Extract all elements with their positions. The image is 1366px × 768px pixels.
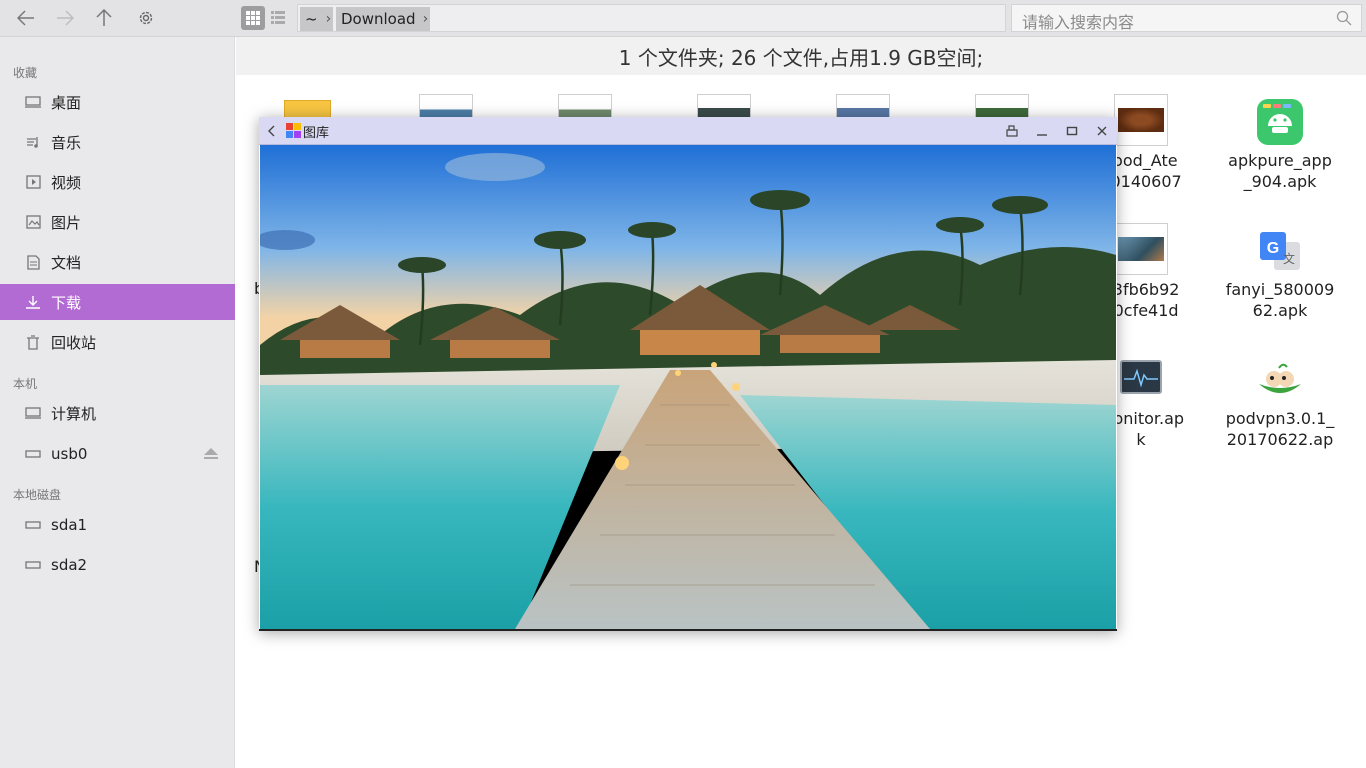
back-button[interactable] bbox=[12, 4, 40, 32]
toolbar: ~ › Download › 请输入搜索内容 bbox=[0, 0, 1366, 37]
eject-icon[interactable] bbox=[203, 447, 219, 460]
maximize-icon bbox=[1066, 126, 1078, 136]
breadcrumb-home-label: ~ bbox=[305, 10, 318, 28]
sidebar-item-desktop[interactable]: 桌面 bbox=[0, 84, 235, 120]
gallery-photo[interactable] bbox=[260, 145, 1116, 629]
sidebar-item-label: sda2 bbox=[51, 556, 88, 574]
file-item[interactable]: fanyi_580009 62.apk bbox=[1220, 279, 1340, 321]
section-favorites: 收藏 bbox=[13, 66, 38, 80]
svg-text:文: 文 bbox=[1283, 251, 1295, 266]
sidebar-item-label: sda1 bbox=[51, 516, 88, 534]
monitor-app-icon[interactable] bbox=[1120, 360, 1162, 394]
sidebar-item-music[interactable]: 音乐 bbox=[0, 124, 235, 160]
sidebar-item-label: 桌面 bbox=[51, 93, 82, 112]
trash-icon bbox=[24, 334, 42, 350]
breadcrumb-home[interactable]: ~ › bbox=[300, 7, 333, 31]
forward-button[interactable] bbox=[51, 4, 79, 32]
minimize-button[interactable] bbox=[1034, 123, 1050, 139]
window-bottom-edge bbox=[259, 629, 1117, 631]
chevron-right-icon: › bbox=[422, 11, 429, 27]
arrow-left-icon bbox=[17, 10, 34, 26]
sidebar-item-label: 计算机 bbox=[51, 404, 97, 423]
gear-icon bbox=[139, 11, 153, 25]
music-icon bbox=[24, 134, 42, 150]
beach-photo bbox=[260, 145, 1116, 629]
sidebar-item-label: 下载 bbox=[51, 293, 82, 312]
breadcrumb: ~ › Download › bbox=[297, 4, 1006, 32]
android-icon bbox=[1263, 104, 1292, 133]
computer-icon bbox=[24, 405, 42, 421]
file-name: apkpure_app _904.apk bbox=[1228, 151, 1332, 191]
chevron-left-icon bbox=[268, 125, 275, 137]
grid-icon bbox=[246, 11, 260, 25]
image-thumbnail[interactable] bbox=[1114, 223, 1168, 275]
picture-icon bbox=[24, 214, 42, 230]
drive-icon bbox=[24, 557, 42, 573]
drive-icon bbox=[24, 446, 42, 462]
maximize-button[interactable] bbox=[1064, 123, 1080, 139]
sidebar-item-computer[interactable]: 计算机 bbox=[0, 395, 235, 431]
up-button[interactable] bbox=[90, 4, 118, 32]
back-button[interactable] bbox=[264, 123, 280, 139]
list-icon bbox=[271, 11, 285, 24]
breadcrumb-download[interactable]: Download › bbox=[336, 7, 430, 31]
arrow-up-icon bbox=[96, 9, 112, 26]
translate-app-icon[interactable]: G 文 bbox=[1258, 230, 1302, 274]
sidebar-item-sda2[interactable]: sda2 bbox=[0, 547, 235, 583]
folder-summary: 1 个文件夹; 26 个文件,占用1.9 GB空间; bbox=[236, 37, 1366, 75]
list-view-button[interactable] bbox=[266, 6, 290, 30]
search-icon[interactable] bbox=[1336, 10, 1352, 26]
pulse-icon bbox=[1124, 368, 1158, 388]
rotate-icon bbox=[1006, 125, 1018, 137]
sidebar-item-usb0[interactable]: usb0 bbox=[0, 436, 235, 472]
rotate-button[interactable] bbox=[1004, 123, 1020, 139]
drive-icon bbox=[24, 517, 42, 533]
gallery-app-icon bbox=[286, 123, 301, 138]
desktop-icon bbox=[24, 94, 42, 110]
sidebar-item-label: 文档 bbox=[51, 253, 82, 272]
video-icon bbox=[24, 174, 42, 190]
sidebar-item-pictures[interactable]: 图片 bbox=[0, 204, 235, 240]
minimize-icon bbox=[1037, 134, 1047, 136]
image-thumbnail[interactable] bbox=[1114, 94, 1168, 146]
sidebar-item-downloads[interactable]: 下载 bbox=[0, 284, 235, 320]
sidebar-item-sda1[interactable]: sda1 bbox=[0, 507, 235, 543]
sidebar-item-video[interactable]: 视频 bbox=[0, 164, 235, 200]
section-local: 本机 bbox=[13, 377, 38, 391]
chevron-right-icon: › bbox=[325, 11, 332, 27]
sidebar: 收藏 桌面 音乐 视频 图片 文档 下载 回收站 本机 计算机 usb0 本地磁… bbox=[0, 37, 235, 768]
svg-text:G: G bbox=[1267, 240, 1279, 257]
download-icon bbox=[24, 294, 42, 310]
sidebar-item-documents[interactable]: 文档 bbox=[0, 244, 235, 280]
settings-button[interactable] bbox=[132, 4, 160, 32]
sidebar-item-trash[interactable]: 回收站 bbox=[0, 324, 235, 360]
sidebar-item-label: 图片 bbox=[51, 213, 82, 232]
apkpure-app-icon[interactable] bbox=[1257, 99, 1303, 145]
file-item[interactable]: podvpn3.0.1_ 20170622.ap bbox=[1220, 408, 1340, 450]
sidebar-item-label: 回收站 bbox=[51, 333, 97, 352]
gallery-title: 图库 bbox=[303, 126, 330, 141]
sidebar-item-label: usb0 bbox=[51, 445, 88, 463]
close-icon bbox=[1097, 126, 1107, 136]
search-input[interactable]: 请输入搜索内容 bbox=[1011, 4, 1362, 32]
close-button[interactable] bbox=[1094, 123, 1110, 139]
podvpn-app-icon[interactable] bbox=[1257, 362, 1303, 398]
arrow-right-icon bbox=[57, 10, 74, 26]
document-icon bbox=[24, 254, 42, 270]
breadcrumb-download-label: Download bbox=[341, 10, 416, 28]
peapod-icon bbox=[1259, 363, 1301, 393]
file-item[interactable]: apkpure_app _904.apk bbox=[1220, 150, 1340, 192]
section-disks: 本地磁盘 bbox=[13, 488, 62, 502]
file-name: podvpn3.0.1_ 20170622.ap bbox=[1225, 409, 1335, 449]
sidebar-item-label: 视频 bbox=[51, 173, 82, 192]
search-placeholder: 请输入搜索内容 bbox=[1022, 13, 1135, 32]
file-name: fanyi_580009 62.apk bbox=[1225, 280, 1335, 320]
translate-icon: G 文 bbox=[1260, 232, 1300, 270]
gallery-title-bar[interactable]: 图库 bbox=[259, 117, 1117, 145]
icon-view-button[interactable] bbox=[241, 6, 265, 30]
sidebar-item-label: 音乐 bbox=[51, 133, 82, 152]
gallery-window: 图库 bbox=[259, 117, 1117, 631]
